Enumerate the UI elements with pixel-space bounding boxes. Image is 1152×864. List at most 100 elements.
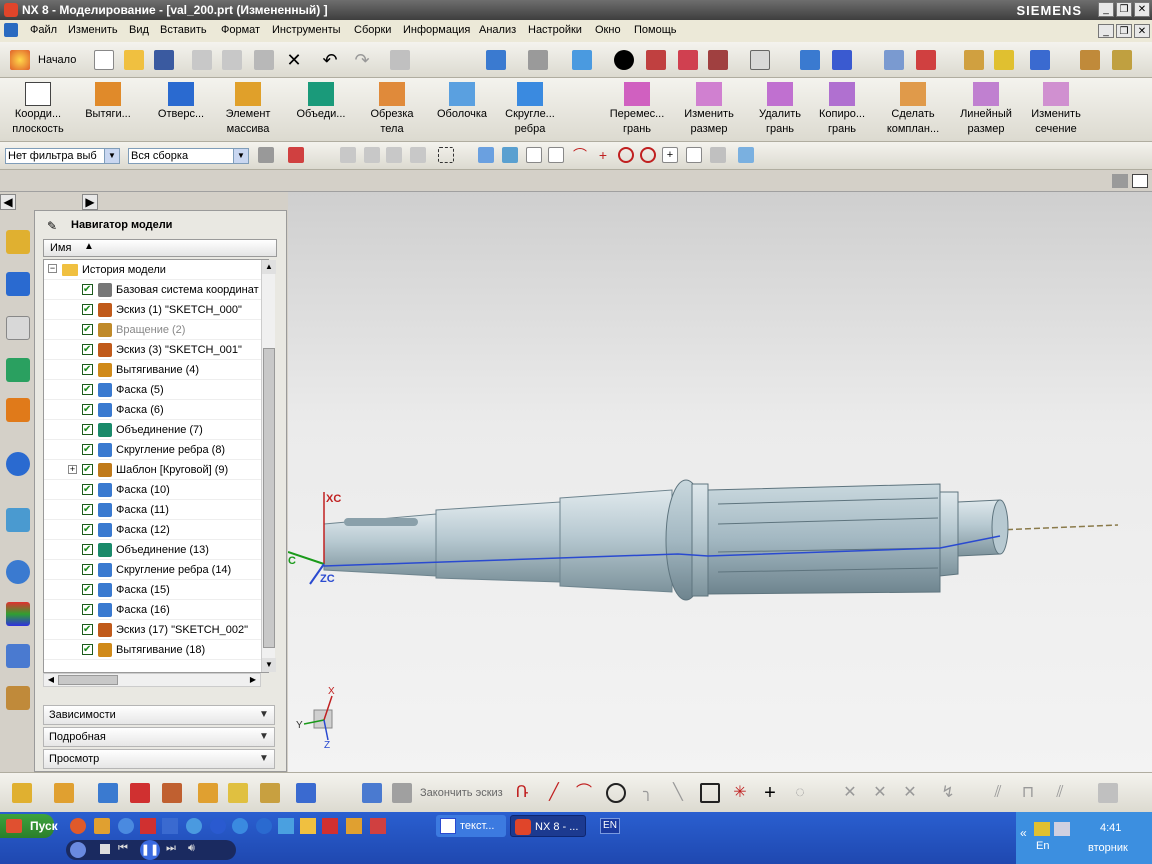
- tree-row[interactable]: Вращение (2): [44, 320, 268, 340]
- minimize-button[interactable]: _: [1098, 2, 1114, 17]
- repeat-command-icon[interactable]: [390, 50, 410, 70]
- static-wireframe-icon[interactable]: [646, 50, 666, 70]
- play-icon[interactable]: [70, 842, 86, 858]
- finish-sketch-button[interactable]: Закончить эскиз: [420, 787, 503, 799]
- move-component-icon[interactable]: [98, 783, 118, 803]
- visibility-checkbox[interactable]: [82, 280, 93, 300]
- tree-row[interactable]: Вытягивание (4): [44, 360, 268, 380]
- history-icon[interactable]: [6, 398, 30, 422]
- datum-plane-button[interactable]: Коорди... плоскость: [2, 80, 74, 140]
- visibility-checkbox[interactable]: [82, 400, 93, 420]
- start-button[interactable]: Начало: [38, 54, 76, 66]
- menu-help[interactable]: Помощь: [634, 24, 677, 36]
- visibility-checkbox[interactable]: [82, 640, 93, 660]
- clock-time[interactable]: 4:41: [1100, 822, 1121, 834]
- quicklaunch-9-icon[interactable]: [256, 818, 272, 834]
- constraint-navigator-icon[interactable]: [6, 272, 30, 296]
- tree-row[interactable]: Объединение (7): [44, 420, 268, 440]
- shaft-model[interactable]: XC ZC C X Y Z: [287, 192, 1152, 772]
- paste-icon[interactable]: [254, 50, 274, 70]
- tray-language[interactable]: En: [1036, 840, 1049, 852]
- snap-mid-icon[interactable]: [526, 147, 542, 163]
- tray-keyboard-icon[interactable]: [1054, 822, 1070, 836]
- circle-icon[interactable]: [606, 783, 626, 803]
- select-curve-icon[interactable]: [410, 147, 426, 163]
- collapse-icon[interactable]: −: [48, 264, 57, 273]
- volume-icon[interactable]: 🔊︎: [188, 842, 195, 855]
- snap-quadrant-icon[interactable]: [618, 147, 634, 163]
- snap-point-on-face-icon[interactable]: [686, 147, 702, 163]
- snap-enable-icon[interactable]: [478, 147, 494, 163]
- face-analysis-icon[interactable]: [708, 50, 728, 70]
- open-icon[interactable]: [124, 50, 144, 70]
- tree-row[interactable]: Фаска (12): [44, 520, 268, 540]
- dimension-icon[interactable]: ⊓: [1018, 783, 1038, 803]
- finish-sketch-icon[interactable]: [392, 783, 412, 803]
- task-nx[interactable]: NX 8 - ...: [510, 815, 586, 837]
- quick-extend-icon[interactable]: ✕: [870, 783, 890, 803]
- close-button[interactable]: ✕: [1134, 2, 1150, 17]
- tree-root[interactable]: − История модели: [44, 260, 268, 280]
- sketch-tools-icon[interactable]: [1112, 50, 1132, 70]
- redo-icon[interactable]: ↷: [352, 50, 372, 70]
- pattern-feature-button[interactable]: Элемент массива: [212, 80, 284, 140]
- edit-object-display-icon[interactable]: [964, 50, 984, 70]
- render-style-icon[interactable]: [528, 50, 548, 70]
- quicklaunch-6-icon[interactable]: [186, 818, 202, 834]
- move-object-icon[interactable]: [1030, 50, 1050, 70]
- mirror-assembly-icon[interactable]: [260, 783, 280, 803]
- quicklaunch-7-icon[interactable]: [210, 818, 226, 834]
- quicklaunch-4-icon[interactable]: [140, 818, 156, 834]
- wave-icon[interactable]: [198, 783, 218, 803]
- panel-toggle-icon[interactable]: [1112, 174, 1128, 188]
- roles-icon[interactable]: [6, 644, 30, 668]
- type-filter-select[interactable]: Нет фильтра выб ▼: [5, 148, 120, 164]
- extrude-button[interactable]: Вытяги...: [72, 80, 144, 140]
- tree-row[interactable]: Вытягивание (18): [44, 640, 268, 660]
- pin-icon[interactable]: ✎: [47, 219, 61, 233]
- visibility-checkbox[interactable]: [82, 520, 93, 540]
- sketch-settings-icon[interactable]: [1098, 783, 1118, 803]
- tree-row[interactable]: Эскиз (17) "SKETCH_002": [44, 620, 268, 640]
- tree-row[interactable]: Объединение (13): [44, 540, 268, 560]
- snap-arc-center-icon[interactable]: +: [595, 147, 611, 163]
- tree-row[interactable]: + Шаблон [Круговой] (9): [44, 460, 268, 480]
- save-icon[interactable]: [154, 50, 174, 70]
- menu-preferences[interactable]: Настройки: [528, 24, 582, 36]
- next-icon[interactable]: ⏭: [166, 842, 176, 855]
- hole-button[interactable]: Отверс...: [145, 80, 217, 140]
- menu-view[interactable]: Вид: [129, 24, 149, 36]
- visibility-checkbox[interactable]: [82, 300, 93, 320]
- scroll-left-icon[interactable]: ◀: [44, 674, 58, 686]
- snap-end-icon[interactable]: [502, 147, 518, 163]
- start-icon[interactable]: [10, 50, 30, 70]
- copy-icon[interactable]: [222, 50, 242, 70]
- snap-control-icon[interactable]: [548, 147, 564, 163]
- snap-bounded-icon[interactable]: [710, 147, 726, 163]
- hscroll-thumb[interactable]: [58, 675, 118, 685]
- new-icon[interactable]: [94, 50, 114, 70]
- snap-intersection-icon[interactable]: ⌒: [572, 147, 588, 163]
- measure-distance-icon[interactable]: [1080, 50, 1100, 70]
- maximize-view-icon[interactable]: [1132, 174, 1148, 188]
- tree-hscrollbar[interactable]: ◀ ▶: [43, 673, 261, 687]
- resize-button[interactable]: Изменить размер: [673, 80, 745, 140]
- system-scenes-icon[interactable]: [6, 686, 30, 710]
- snap-existing-point-icon[interactable]: [640, 147, 656, 163]
- snap-point-icon[interactable]: [288, 147, 304, 163]
- visibility-checkbox[interactable]: [82, 540, 93, 560]
- pause-icon[interactable]: ❚❚: [140, 840, 160, 860]
- change-section-button[interactable]: Изменить сечение: [1020, 80, 1092, 140]
- profile-icon[interactable]: Ռ: [512, 783, 532, 803]
- tree-row[interactable]: Скругление ребра (14): [44, 560, 268, 580]
- clock-icon[interactable]: [6, 560, 30, 584]
- palette-icon[interactable]: [6, 602, 30, 626]
- quicklaunch-10-icon[interactable]: [278, 818, 294, 834]
- scroll-up-icon[interactable]: ▲: [262, 260, 276, 274]
- tree-row[interactable]: Фаска (15): [44, 580, 268, 600]
- auto-dimension-icon[interactable]: ↯: [938, 783, 958, 803]
- quicklaunch-2-icon[interactable]: [94, 818, 110, 834]
- tree-row[interactable]: Фаска (5): [44, 380, 268, 400]
- snap-box-icon[interactable]: [738, 147, 754, 163]
- explode-icon[interactable]: [162, 783, 182, 803]
